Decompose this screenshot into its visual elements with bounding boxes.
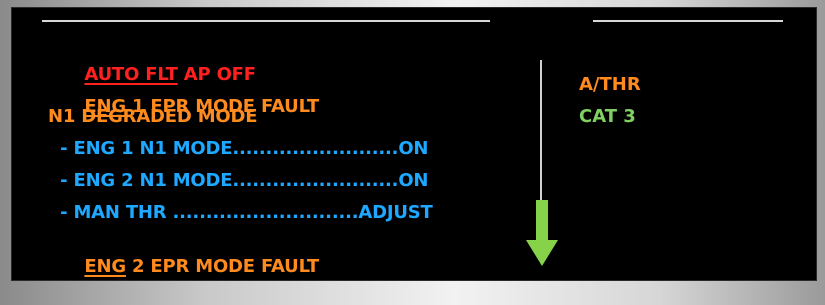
center-vertical-divider — [540, 60, 542, 210]
ecam-screen: AUTO FLT AP OFF ENG 1 EPR MODE FAULT N1 … — [11, 7, 817, 281]
caution-title: ENG — [84, 256, 126, 277]
caution-eng2-epr: ENG 2 EPR MODE FAULT — [48, 234, 319, 300]
action-eng1-n1: - ENG 1 N1 MODE.........................… — [48, 138, 429, 159]
left-top-divider — [42, 20, 490, 22]
caution-text: 2 EPR MODE FAULT — [125, 256, 319, 277]
down-arrow-icon — [526, 200, 558, 266]
caution-n1-degraded: N1 DEGRADED MODE — [48, 106, 258, 127]
action-man-thr: - MAN THR ............................AD… — [48, 202, 433, 223]
right-top-divider — [593, 20, 783, 22]
status-cat3: CAT 3 — [579, 106, 636, 127]
display-bezel: AUTO FLT AP OFF ENG 1 EPR MODE FAULT N1 … — [0, 0, 825, 305]
action-eng2-n1: - ENG 2 N1 MODE.........................… — [48, 170, 429, 191]
status-a-thr: A/THR — [579, 74, 641, 95]
